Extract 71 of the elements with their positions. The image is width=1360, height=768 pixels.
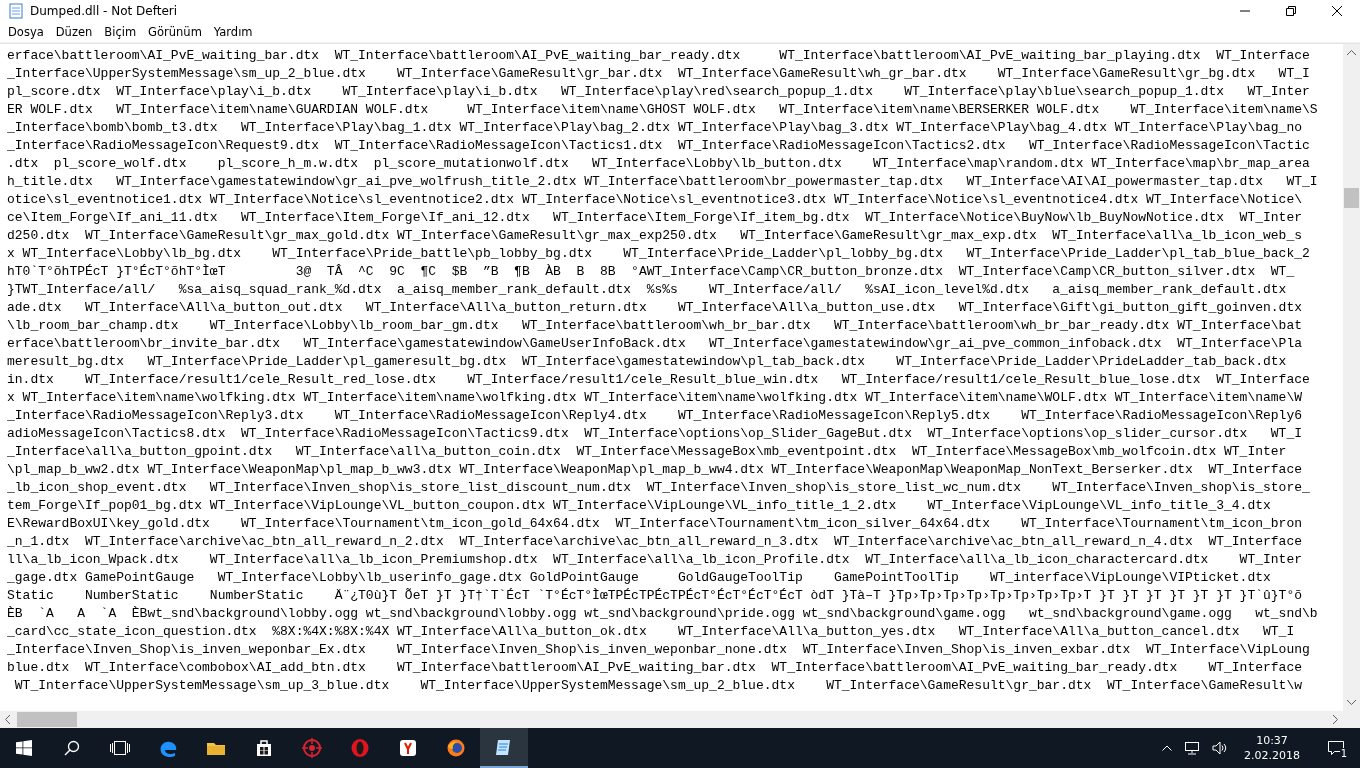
text-line: _n_1.dtx WT_Interface\archive\ac_btn_all_reward_n_2.dtx WT_Interface\archive\ac_btn_all_reward_n_3.dtx WT_Interface\archive\ac_btn_all_reward_n_4.dtx WT_Interface (7, 533, 1303, 551)
windows-icon (16, 740, 32, 756)
browser-icon (398, 738, 418, 758)
text-line: _card\cc_state_icon_question.dtx %8X:%4X:%8X:%4X WT_Interface\All\a_button_ok.dtx WT_Interface\All\a_button_yes.dtx WT_Interface\All\a_button_cancel.dtx WT_I (7, 623, 1296, 641)
clock[interactable]: 10:37 2.02.2018 (1240, 733, 1304, 763)
menu-item[interactable]: Yardım (207, 25, 259, 39)
search-icon (64, 740, 80, 756)
text-line: \pl_map_b_ww2.dtx WT_Interface\WeaponMap\pl_map_b_ww3.dtx WT_Interface\WeaponMap\pl_map_b_ww4.dtx WT_Interface\WeaponMap\WeaponMap_NonText_Berserker.dtx WT_Interface (7, 461, 1303, 479)
text-line: tem_Forge\If_pop01_bg.dtx WT_Interface\VipLounge\VL_button_coupon.dtx WT_Interface\VipLounge\VL_info_title_1_2.dtx WT_Interface\VipLounge\VL_info_title_3_4.dtx (7, 497, 1272, 515)
text-line: otice\sl_eventnotice1.dtx WT_Interface\Notice\sl_eventnotice2.dtx WT_Interface\Notice\sl_eventnotice3.dtx WT_Interface\Notice\sl_eventnotice4.dtx WT_Interface\Notice\ (7, 191, 1303, 209)
text-line: ce\Item_Forge\If_ani_11.dtx WT_Interface\Item_Forge\If_ani_12.dtx WT_Interface\Item_Forge\If_item_bg.dtx WT_Interface\Notice\BuyNow\lb_BuyNowNotice.dtx WT_Inter (7, 209, 1303, 227)
menu-item[interactable]: Dosya (2, 25, 50, 39)
notepad-icon (8, 3, 24, 19)
scroll-right-icon (1332, 715, 1338, 724)
scroll-thumb[interactable] (1344, 188, 1359, 208)
menu-item[interactable]: Biçim (98, 25, 143, 39)
text-line: _gage.dtx GamePointGauge WT_Interface\Lobby\lb_userinfo_gage.dtx GoldPointGauge GoldGaugeToolTip GamePointToolTip WT_interface\VipLounge\VIPticket.dtx (7, 569, 1272, 587)
opera-icon (350, 738, 370, 758)
text-line: ER WOLF.dtx WT_Interface\item\name\GUARDIAN WOLF.dtx WT_Interface\item\name\GHOST WOLF.dtx WT_Interface\item\name\BERSERKER WOLF.dtx WT_Interface\item\name\S (7, 101, 1319, 119)
task-view-icon (110, 741, 130, 755)
text-line: ade.dtx WT_Interface\All\a_button_out.dtx WT_Interface\All\a_button_return.dtx WT_Interface\All\a_button_use.dtx WT_Interface\Gift\gi_button_gift_goinven.dtx (7, 299, 1303, 317)
clock-date: 2.02.2018 (1244, 748, 1300, 763)
notification-icon (1327, 740, 1345, 756)
speaker-icon[interactable] (1212, 741, 1228, 755)
menu-item[interactable]: Düzen (49, 25, 99, 39)
crosshair-icon (302, 738, 322, 758)
text-line: Static NumberStatic NumberStatic Ä¨¿T0ù}T ÕeT }T }T†`T`ÉcT `T°ÉcT°ÌœTPÉcTPÉcTPÉcT°ÉcT°ÉcT°ÉcT òdT }Tà–T }Tp›Tp›Tp›Tp›Tp›Tp›Tp›Tp›T }T }T }T }T }T }T }T`û}T°õ (7, 587, 1303, 605)
text-line: ll\a_lb_icon_Wpack.dtx WT_Interface\all\a_lb_icon_Premiumshop.dtx WT_Interface\all\a_lb_icon_Profile.dtx WT_Interface\all\a_lb_icon_charactercard.dtx WT_Inter (7, 551, 1303, 569)
text-line: erface\battleroom\br_invite_bar.dtx WT_Interface\gamestatewindow\GameUserInfoBack.dtx WT_Interface\gamestatewindow\gr_ai_pve_common_infoback.dtx WT_Interface\Pla (7, 335, 1303, 353)
text-line: blue.dtx WT_Interface\combobox\AI_add_btn.dtx WT_Interface\battleroom\AI_PvE_waiting_bar.dtx WT_Interface\battleroom\AI_PvE_waiting_bar_ready.dtx WT_Interface (7, 659, 1303, 677)
network-icon[interactable] (1184, 741, 1200, 755)
scroll-left-icon (5, 715, 11, 724)
text-line: }TWT_Interface/all/ %sa_aisq_squad_rank_%d.dtx a_aisq_member_rank_default.dtx %s%s WT_Interface/all/ %sAI_icon_level%d.dtx a_aisq_member_rank_default.dtx (7, 281, 1288, 299)
text-line: hT0`T°õhTPÉcT }T°ÉcT°õhT°ÌœT 3@ TÂ ^C 9C ¶C $B ”B ¶B ÀB B 8B °AWT_Interface\Camp\CR_button_bronze.dtx WT_Interface\Camp\CR_button_silver.dtx WT_ (7, 263, 1296, 281)
firefox-icon (446, 738, 466, 758)
text-line: adioMessageIcon\Tactics8.dtx WT_Interface\RadioMessageIcon\Tactics9.dtx WT_Interface\options\op_Slider_GageBut.dtx WT_Interface\options\op_slider_cursor.dtx WT_I (7, 425, 1303, 443)
text-line: _Interface\RadioMessageIcon\Request9.dtx WT_Interface\RadioMessageIcon\Tactics1.dtx WT_Interface\RadioMessageIcon\Tactics2.dtx WT_Interface\RadioMessageIcon\Tactic (7, 137, 1311, 155)
menu-item[interactable]: Görünüm (142, 25, 208, 39)
restore-icon (1286, 6, 1296, 16)
text-line: _Interface\all\a_button_gpoint.dtx WT_Interface\all\a_button_coin.dtx WT_Interface\MessageBox\mb_eventpoint.dtx WT_Interface\MessageBox\mb_wolfcoin.dtx WT_Inter (7, 443, 1288, 461)
text-line: WT_Interface\UpperSystemMessage\sm_up_3_blue.dtx WT_Interface\UpperSystemMessage\sm_up_2_blue.dtx WT_Interface\GameResult\gr_bar.dtx WT_Interface\GameResult\w (13, 677, 1303, 695)
scroll-up-icon (1347, 50, 1356, 56)
text-line: E\RewardBoxUI\key_gold.dtx WT_Interface\Tournament\tm_icon_gold_64x64.dtx WT_Interface\Tournament\tm_icon_silver_64x64.dtx WT_Interface\Tournament\tm_icon_bron (7, 515, 1303, 533)
text-line: \lb_room_bar_champ.dtx WT_Interface\Lobby\lb_room_bar_gm.dtx WT_Interface\battleroom\wh_br_bar.dtx WT_Interface\battleroom\wh_br_bar_ready.dtx WT_Interface\bat (7, 317, 1303, 335)
shopping-bag-icon (254, 738, 274, 758)
text-line: .dtx pl_score_wolf.dtx pl_score_h_m.w.dtx pl_score_mutationwolf.dtx WT_Interface\Lobby\lb_button.dtx WT_Interface\map\random.dtx WT_Interface\map\br_map_area (7, 155, 1311, 173)
clock-time: 10:37 (1256, 733, 1288, 748)
text-line: h_title.dtx WT_Interface\gamestatewindow\gr_ai_pve_wolfrush_title_2.dtx WT_Interface\battleroom\br_powermaster_tap.dtx WT_Interface\AI\AI_powermaster_tap.dtx WT_I (7, 173, 1319, 191)
window-title: Dumped.dll - Not Defteri (30, 4, 179, 18)
text-line: x WT_Interface\Lobby\lb_bg.dtx WT_Interface\Pride_battle\pb_lobby_bg.dtx WT_Interface\Pride_Ladder\pl_lobby_bg.dtx WT_Interface\Pride_Ladder\pl_tab_blue_back_2 (7, 245, 1311, 263)
text-line: _Interface\UpperSystemMessage\sm_up_2_blue.dtx WT_Interface\GameResult\gr_bar.dtx WT_Interface\GameResult\wh_gr_bar.dtx WT_Interface\GameResult\gr_bg.dtx WT_I (7, 65, 1311, 83)
text-line: _Interface\bomb\bomb_t3.dtx WT_Interface\Play\bag_1.dtx WT_Interface\Play\bag_2.dtx WT_Interface\Play\bag_3.dtx WT_Interface\Play\bag_4.dtx WT_Interface\Play\bag_no (7, 119, 1303, 137)
text-line: in.dtx WT_Interface/result1/cele_Result_red_lose.dtx WT_Interface/result1/cele_Result_blue_win.dtx WT_Interface/result1/cele_Result_blue_lose.dtx WT_Interface (7, 371, 1311, 389)
scroll-thumb[interactable] (17, 712, 77, 727)
text-line: _lb_icon_shop_event.dtx WT_Interface\Inven_shop\is_store_list_discount_num.dtx WT_Interface\Inven_shop\is_store_list_wc_num.dtx WT_Interface\Inven_shop\is_store_ (7, 479, 1311, 497)
text-line: meresult_bg.dtx WT_Interface\Pride_Ladder\pl_gameresult_bg.dtx WT_Interface\gamestatewindow\pl_tab_back.dtx WT_Interface\Pride_Ladder\PrideLadder_tab_back.dtx (7, 353, 1288, 371)
scroll-down-icon (1347, 699, 1356, 705)
text-line: erface\battleroom\AI_PvE_waiting_bar.dtx WT_Interface\battleroom\AI_PvE_waiting_bar_ready.dtx WT_Interface\battleroom\AI_PvE_waiting_bar_playing.dtx WT_Interface (7, 47, 1311, 65)
caret-icon[interactable] (1162, 745, 1172, 751)
notification-count: 1 (1339, 748, 1348, 759)
text-line: _Interface\RadioMessageIcon\Reply3.dtx WT_Interface\RadioMessageIcon\Reply4.dtx WT_Interface\RadioMessageIcon\Reply5.dtx WT_Interface\RadioMessageIcon\Reply6 (7, 407, 1303, 425)
close-icon (1332, 6, 1342, 16)
text-line: ÈB `A A `A ÈBwt_snd\background\lobby.ogg wt_snd\background\lobby.ogg wt_snd\background\pride.ogg wt_snd\background\game.ogg wt_snd\background\game.ogg wt_snd\b (7, 605, 1319, 623)
taskbar-app[interactable] (480, 728, 528, 768)
text-line: x WT_Interface\item\name\wolfking.dtx WT_Interface\item\name\wolfking.dtx WT_Interface\item\name\wolfking.dtx WT_Interface\item\name\WOLF.dtx WT_Interface\item\name\W (7, 389, 1303, 407)
notification-button[interactable]: 1 (1316, 728, 1356, 768)
text-line: _Interface\Inven_Shop\is_inven_weponbar_Ex.dtx WT_Interface\Inven_Shop\is_inven_weponbar_none.dtx WT_Interface\Inven_Shop\is_inven_exbar.dtx WT_Interface\VipLoung (7, 641, 1311, 659)
horizontal-scrollbar[interactable] (0, 711, 1343, 728)
vertical-scrollbar[interactable] (1343, 44, 1360, 711)
text-line: pl_score.dtx WT_Interface\play\i_b.dtx WT_Interface\play\i_b.dtx WT_Interface\play\red\search_popup_1.dtx WT_Interface\play\blue\search_popup_1.dtx WT_Inter (7, 83, 1311, 101)
text-line: d250.dtx WT_Interface\GameResult\gr_max_gold.dtx WT_Interface\GameResult\gr_max_exp250.dtx WT_Interface\GameResult\gr_max_exp.dtx WT_Interface\all\a_lb_icon_web_s (7, 227, 1303, 245)
